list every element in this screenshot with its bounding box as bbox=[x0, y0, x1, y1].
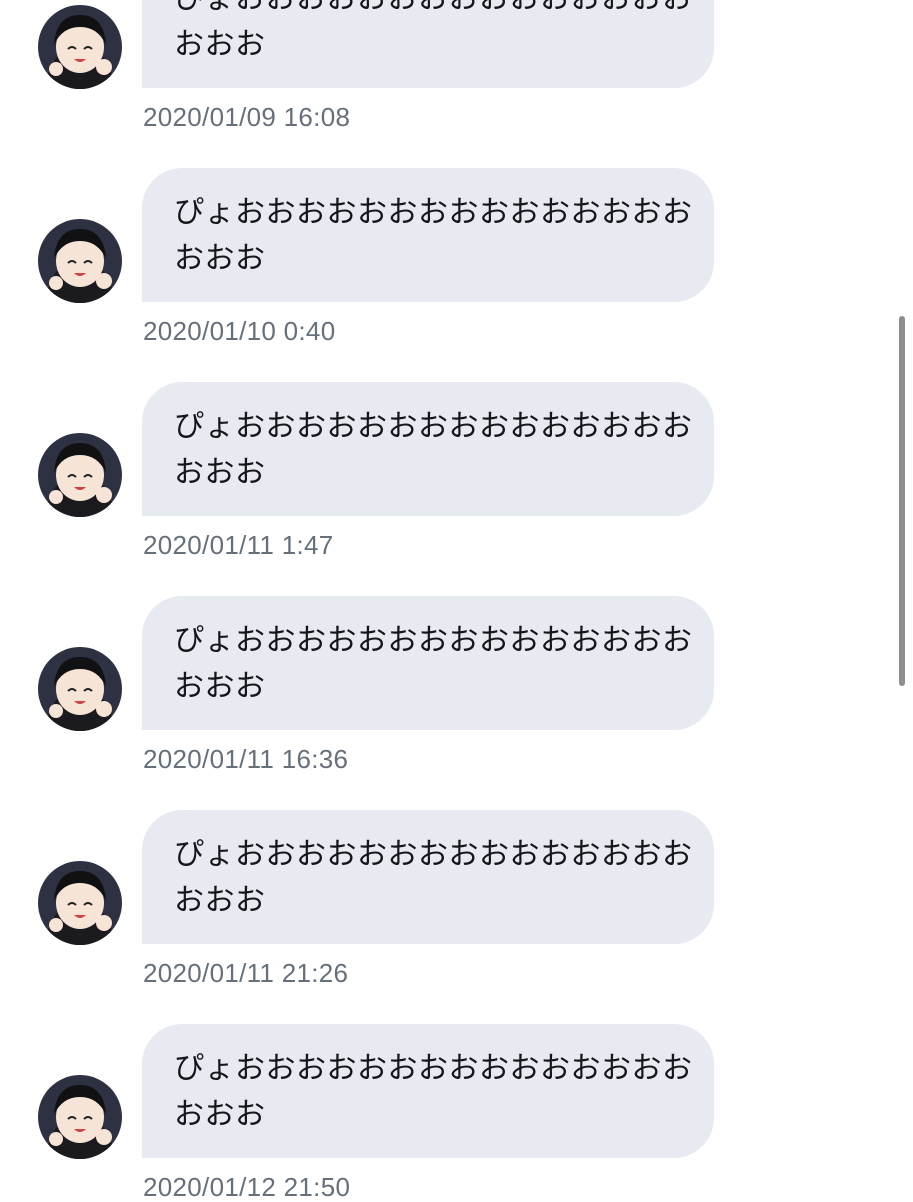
message-item: ぴょおおおおおおおおおおおおおおおおおお 2020/01/11 1:47 bbox=[0, 214, 913, 560]
message-bubble[interactable]: ぴょおおおおおおおおおおおおおおおおおお bbox=[142, 1024, 714, 1158]
message-item: ぴょおおおおおおおおおおおおおおおおおお 2020/01/11 21:26 bbox=[0, 642, 913, 988]
avatar-image bbox=[38, 1075, 122, 1159]
avatar[interactable] bbox=[38, 1075, 122, 1159]
scrollbar-thumb[interactable] bbox=[899, 316, 905, 686]
message-item: ぴょおおおおおおおおおおおおおおおおおお 2020/01/10 0:40 bbox=[0, 0, 913, 346]
message-item: ぴょおおおおおおおおおおおおおおおおおお 2020/01/12 21:50 bbox=[0, 856, 913, 1202]
scrollbar[interactable] bbox=[898, 0, 908, 1200]
message-timestamp: 2020/01/12 21:50 bbox=[143, 1172, 351, 1202]
message-thread: ぴょおおおおおおおおおおおおおおおおおお 2020/01/09 16:08 ぴょ… bbox=[0, 0, 913, 1202]
message-item: ぴょおおおおおおおおおおおおおおおおおお 2020/01/11 16:36 bbox=[0, 428, 913, 774]
